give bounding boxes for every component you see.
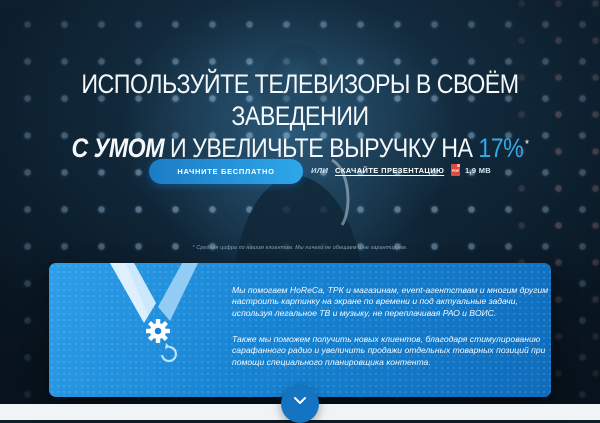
chevron-down-icon — [294, 397, 306, 404]
pdf-icon: PDF — [451, 164, 460, 176]
start-free-button[interactable]: Начните бесплатно — [149, 159, 303, 184]
ribbon-decoration — [110, 263, 198, 363]
card-paragraph-1: Мы помогаем HoReCa, ТРК и магазинам, eve… — [232, 285, 549, 318]
gear-icon — [146, 319, 170, 343]
headline-emphasis: с умом — [71, 133, 165, 163]
headline-footnote-mark: * — [525, 137, 529, 151]
or-separator: или — [311, 166, 329, 175]
headline-line1: Используйте телевизоры в своём заведении — [81, 69, 519, 131]
download-presentation-link[interactable]: Скачайте презентацию — [335, 166, 444, 175]
scroll-down-button[interactable] — [281, 385, 319, 423]
footnote: * Средняя цифра по нашим клиентам. Мы ни… — [192, 245, 408, 251]
card-paragraph-2: Также мы поможем получить новых клиентов… — [232, 334, 546, 367]
headline: Используйте телевизоры в своём заведении… — [59, 68, 541, 164]
file-size: 1,9 MB — [465, 166, 491, 175]
info-card: Мы помогаем HoReCa, ТРК и магазинам, eve… — [49, 263, 551, 397]
headline-percent: 17% — [478, 133, 524, 163]
